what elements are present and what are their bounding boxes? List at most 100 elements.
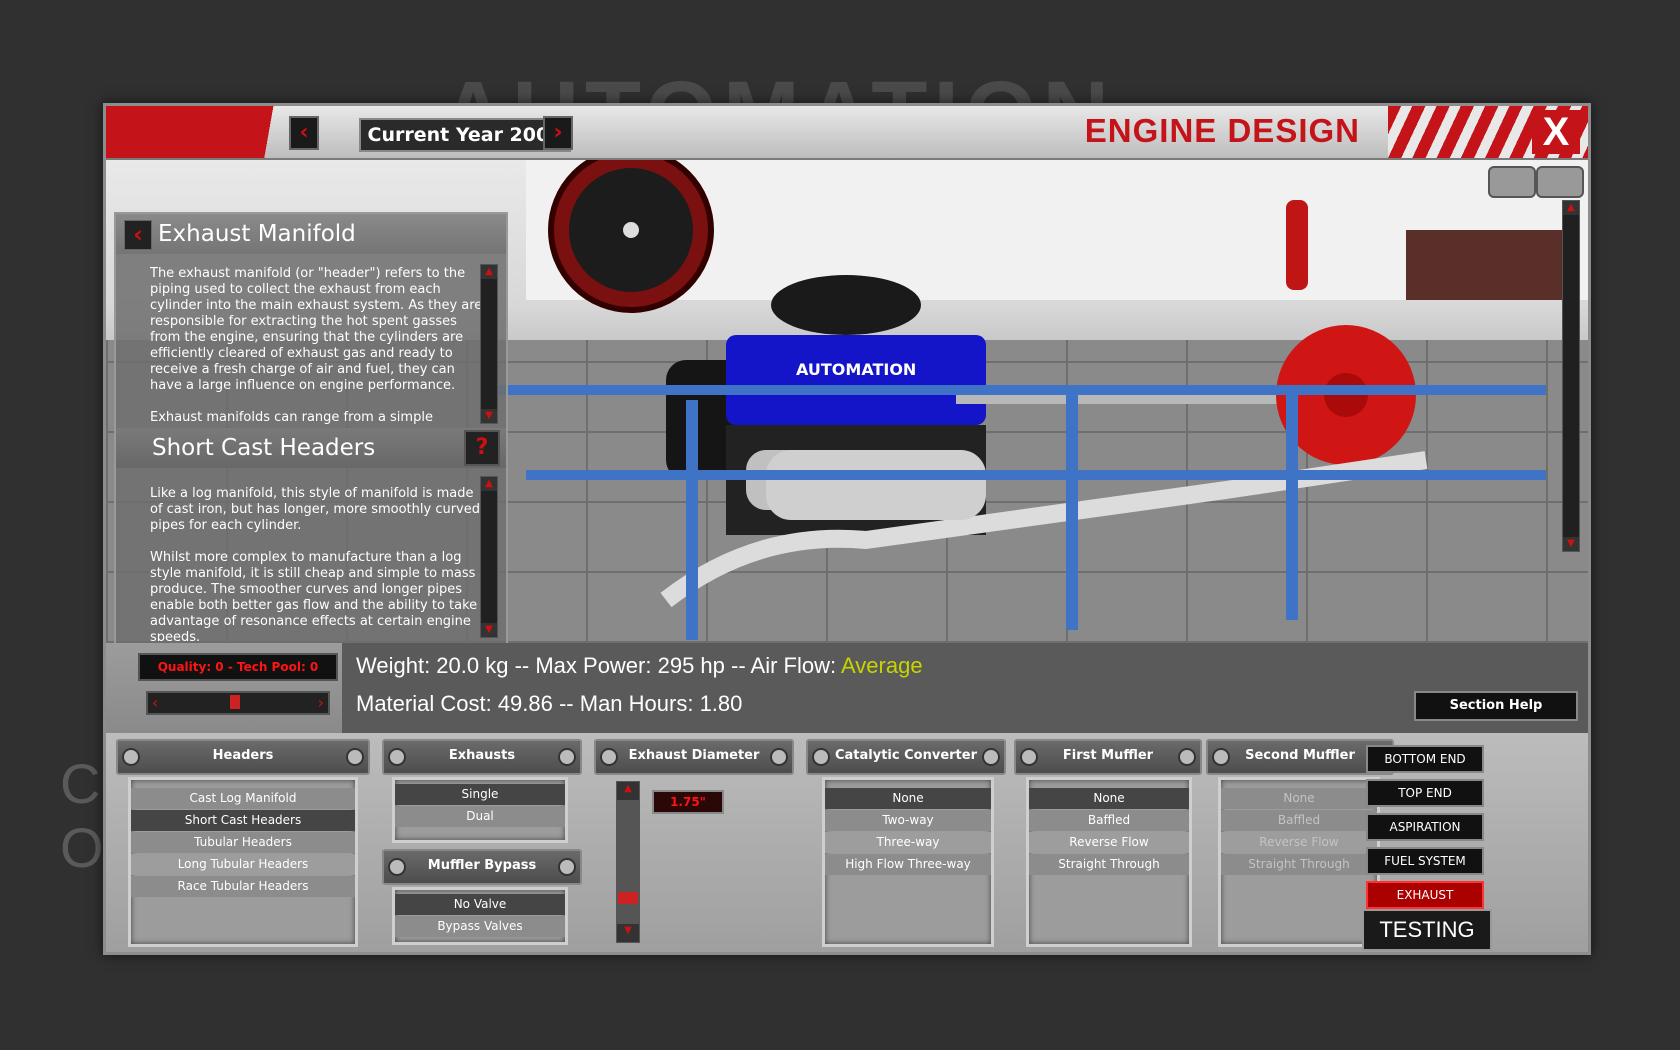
component-options: Headers Cast Log Manifold Short Cast Hea… [106, 733, 1588, 952]
fire-extinguisher [1286, 200, 1308, 290]
engine-3d-viewport[interactable]: AUTOMATION ▲ ▼ ‹ Exhaust Manifold The ex… [106, 160, 1588, 643]
list-item[interactable]: Three-way [825, 832, 991, 853]
list-item[interactable]: None [1029, 788, 1189, 809]
first-muffler-list: None Baffled Reverse Flow Straight Throu… [1026, 777, 1192, 947]
exhausts-list: Single Dual [392, 777, 568, 843]
section-help-button[interactable]: Section Help [1414, 691, 1578, 721]
list-item[interactable]: Long Tubular Headers [131, 854, 355, 875]
quality-slider[interactable]: ‹ › [146, 691, 330, 715]
engine-design-window: ‹ Current Year 2000 › ENGINE DESIGN X AU… [103, 103, 1591, 955]
chevron-up-icon[interactable]: ▲ [481, 477, 497, 491]
back-button[interactable]: ‹ [124, 220, 152, 250]
background-left-text: C O [60, 752, 104, 879]
list-item[interactable]: Reverse Flow [1029, 832, 1189, 853]
air-flow-value: Average [841, 653, 923, 678]
list-item[interactable]: Straight Through [1029, 854, 1189, 875]
section-description: The exhaust manifold (or "header") refer… [150, 266, 483, 425]
list-item[interactable]: High Flow Three-way [825, 854, 991, 875]
menu-exhaust[interactable]: EXHAUST [1366, 881, 1484, 909]
list-item[interactable]: Bypass Valves [395, 916, 565, 937]
bolt-icon [558, 858, 576, 876]
chevron-down-icon[interactable]: ▼ [1563, 537, 1579, 551]
chevron-up-icon[interactable]: ▲ [481, 265, 497, 279]
item-scrollbar[interactable]: ▲ ▼ [480, 476, 498, 638]
engine-valve-cover [726, 335, 986, 425]
frame-rail-mid [526, 470, 1546, 480]
list-item[interactable]: Baffled [1029, 810, 1189, 831]
barrel [1406, 230, 1576, 300]
first-muffler-title: First Muffler [1062, 748, 1154, 763]
frame-leg-middle [1066, 390, 1078, 630]
chevron-down-icon[interactable]: ▼ [481, 623, 497, 637]
section-header: ‹ Exhaust Manifold [116, 214, 506, 254]
diameter-slider[interactable]: ▲ ▼ [616, 781, 640, 943]
info-panel: ‹ Exhaust Manifold The exhaust manifold … [114, 212, 508, 643]
bolt-icon [1020, 748, 1038, 766]
section-title: Exhaust Manifold [158, 221, 356, 247]
bolt-icon [982, 748, 1000, 766]
section-scrollbar[interactable]: ▲ ▼ [480, 264, 498, 424]
next-year-button[interactable]: › [543, 116, 573, 150]
exhaust-diameter-header: Exhaust Diameter [594, 739, 794, 775]
list-item: Straight Through [1221, 854, 1377, 875]
catalytic-list: None Two-way Three-way High Flow Three-w… [822, 777, 994, 947]
quality-label: Quality: 0 - Tech Pool: 0 [138, 653, 338, 681]
list-item[interactable]: Two-way [825, 810, 991, 831]
item-title: Short Cast Headers [152, 435, 376, 461]
list-item[interactable]: Short Cast Headers [131, 810, 355, 831]
slider-handle[interactable] [618, 892, 638, 904]
catalytic-title: Catalytic Converter [834, 748, 977, 763]
air-filter [771, 275, 921, 335]
engine-cover-lettering: AUTOMATION [796, 360, 916, 379]
first-muffler-header: First Muffler [1014, 739, 1202, 775]
bolt-icon [1212, 748, 1230, 766]
slider-handle[interactable] [230, 695, 240, 709]
stats-weight-power: Weight: 20.0 kg -- Max Power: 295 hp -- … [356, 653, 842, 678]
headers-header: Headers [116, 739, 370, 775]
bolt-icon [122, 748, 140, 766]
list-item[interactable]: Cast Log Manifold [131, 788, 355, 809]
list-item[interactable]: Single [395, 784, 565, 805]
muffler-bypass-title: Muffler Bypass [427, 858, 537, 873]
testing-button[interactable]: TESTING [1362, 909, 1492, 951]
menu-bottom-end[interactable]: BOTTOM END [1366, 745, 1484, 773]
chevron-left-icon: ‹ [299, 120, 309, 145]
list-item[interactable]: None [825, 788, 991, 809]
list-item[interactable]: Tubular Headers [131, 832, 355, 853]
viewport-zoom-scrollbar[interactable]: ▲ ▼ [1562, 200, 1580, 552]
chevron-up-icon[interactable]: ▲ [1563, 201, 1579, 215]
list-item[interactable]: No Valve [395, 894, 565, 915]
list-item[interactable]: Race Tubular Headers [131, 876, 355, 897]
list-item: Reverse Flow [1221, 832, 1377, 853]
chevron-up-icon[interactable]: ▲ [617, 782, 639, 800]
chevron-right-icon[interactable]: › [318, 693, 324, 712]
item-header: Short Cast Headers ? [116, 428, 506, 468]
item-description: Like a log manifold, this style of manif… [150, 486, 481, 641]
eye-icon[interactable] [1536, 166, 1584, 198]
exhausts-header: Exhausts [382, 739, 582, 775]
bolt-icon [600, 748, 618, 766]
prev-year-button[interactable]: ‹ [289, 116, 319, 150]
frame-leg-right [1286, 390, 1298, 620]
chevron-down-icon[interactable]: ▼ [617, 924, 639, 942]
list-item[interactable]: Dual [395, 806, 565, 827]
menu-aspiration[interactable]: ASPIRATION [1366, 813, 1484, 841]
second-muffler-title: Second Muffler [1245, 748, 1355, 763]
fan-center [623, 222, 639, 238]
catalytic-header: Catalytic Converter [806, 739, 1006, 775]
menu-fuel-system[interactable]: FUEL SYSTEM [1366, 847, 1484, 875]
exhaust-diameter-title: Exhaust Diameter [628, 748, 760, 763]
quality-panel: Quality: 0 - Tech Pool: 0 ‹ › [106, 643, 342, 733]
stats-line-2: Material Cost: 49.86 -- Man Hours: 1.80 [356, 691, 743, 716]
bolt-icon [388, 748, 406, 766]
headers-title: Headers [212, 748, 274, 763]
question-icon[interactable]: ? [464, 430, 500, 466]
close-button[interactable]: X [1532, 110, 1580, 154]
list-item: Baffled [1221, 810, 1377, 831]
chevron-left-icon[interactable]: ‹ [152, 693, 158, 712]
chevron-down-icon[interactable]: ▼ [481, 409, 497, 423]
engine-section-menu: BOTTOM END TOP END ASPIRATION FUEL SYSTE… [1356, 739, 1586, 951]
frame-rail-top [486, 385, 1546, 395]
camera-icon[interactable] [1488, 166, 1536, 198]
menu-top-end[interactable]: TOP END [1366, 779, 1484, 807]
